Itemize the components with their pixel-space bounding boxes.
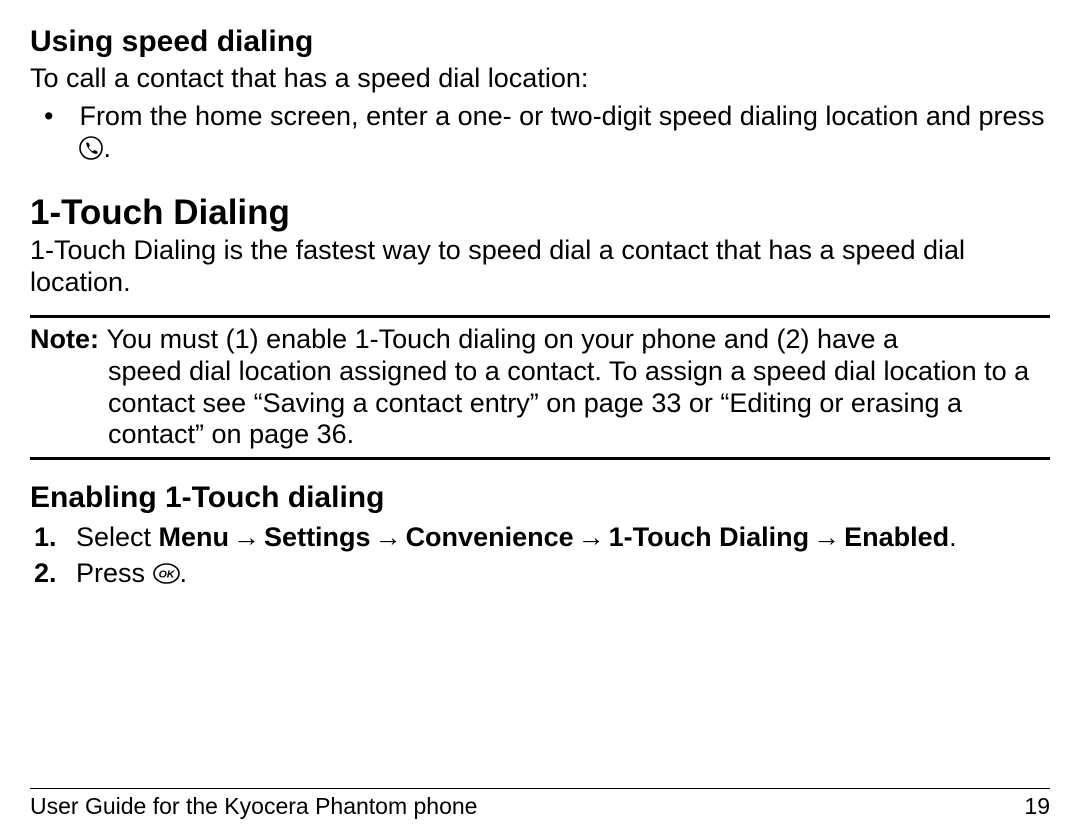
heading-enabling-1-touch: Enabling 1-Touch dialing <box>30 480 1050 515</box>
path-item-1-touch-dialing: 1-Touch Dialing <box>609 522 810 552</box>
bullet-text-before: From the home screen, enter a one- or tw… <box>79 101 1044 131</box>
step-2-prefix: Press <box>76 558 153 588</box>
note-label: Note: <box>30 324 107 354</box>
path-item-settings: Settings <box>264 522 371 552</box>
step-2-body: Press OK . <box>76 558 187 593</box>
step-1-body: Select Menu→Settings→Convenience→1-Touch… <box>76 522 957 554</box>
ok-button-icon: OK <box>153 560 180 592</box>
bullet-text: From the home screen, enter a one- or tw… <box>79 101 1050 168</box>
heading-using-speed-dialing: Using speed dialing <box>30 24 1050 59</box>
note-body: Note: You must (1) enable 1-Touch dialin… <box>30 324 1050 451</box>
page-footer: User Guide for the Kyocera Phantom phone… <box>30 788 1050 820</box>
path-item-enabled: Enabled <box>844 522 949 552</box>
arrow-icon: → <box>229 522 264 552</box>
note-rest: speed dial location assigned to a contac… <box>30 356 1050 452</box>
call-button-icon <box>79 136 103 168</box>
page-content: Using speed dialing To call a contact th… <box>0 0 1080 592</box>
footer-title: User Guide for the Kyocera Phantom phone <box>30 793 477 820</box>
step-1: 1. Select Menu→Settings→Convenience→1-To… <box>30 522 1050 554</box>
path-item-convenience: Convenience <box>406 522 574 552</box>
speed-dialing-bullet: • From the home screen, enter a one- or … <box>30 101 1050 168</box>
menu-path: Menu→Settings→Convenience→1-Touch Dialin… <box>159 522 950 552</box>
step-1-prefix: Select <box>76 522 159 552</box>
1-touch-desc: 1-Touch Dialing is the fastest way to sp… <box>30 235 1050 299</box>
speed-dialing-intro: To call a contact that has a speed dial … <box>30 63 1050 95</box>
path-item-menu: Menu <box>159 522 230 552</box>
page-number: 19 <box>1024 793 1050 820</box>
arrow-icon: → <box>371 522 406 552</box>
arrow-icon: → <box>574 522 609 552</box>
svg-text:OK: OK <box>158 569 175 581</box>
step-2-number: 2. <box>34 558 68 593</box>
heading-1-touch-dialing: 1-Touch Dialing <box>30 192 1050 233</box>
step-1-number: 1. <box>34 522 68 554</box>
step-2-suffix: . <box>180 558 188 588</box>
step-2: 2. Press OK . <box>30 558 1050 593</box>
note-line1: You must (1) enable 1-Touch dialing on y… <box>107 324 899 354</box>
bullet-text-after: . <box>103 133 111 163</box>
note-box: Note: You must (1) enable 1-Touch dialin… <box>30 315 1050 460</box>
bullet-marker: • <box>44 101 53 168</box>
arrow-icon: → <box>809 522 844 552</box>
step-1-suffix: . <box>949 522 957 552</box>
